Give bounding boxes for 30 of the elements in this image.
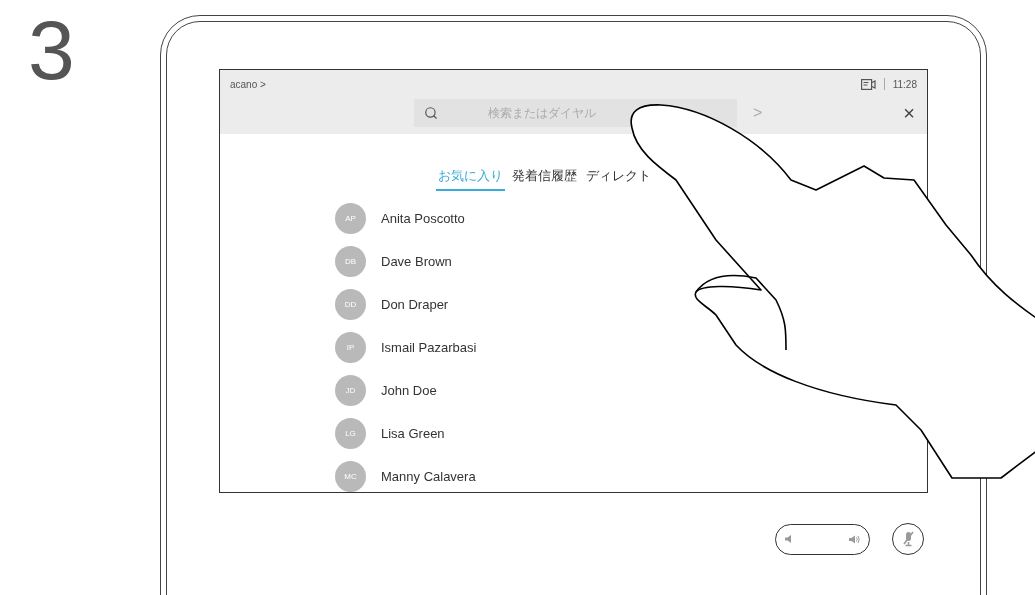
contact-name: Anita Poscotto (381, 209, 465, 228)
avatar: DD (335, 289, 366, 320)
close-button[interactable]: × (901, 103, 917, 123)
avatar: IP (335, 332, 366, 363)
avatar: JD (335, 375, 366, 406)
search-icon (424, 106, 438, 120)
avatar: AP (335, 203, 366, 234)
clock-time: 11:28 (892, 77, 917, 92)
camera-icon (860, 78, 876, 90)
contact-row[interactable]: MC Manny Calavera (335, 461, 476, 492)
breadcrumb[interactable]: acano > (230, 76, 266, 92)
contact-name: Dave Brown (381, 252, 452, 271)
tab[interactable]: ディレクト (584, 165, 653, 191)
contact-name: Don Draper (381, 295, 449, 314)
microphone-muted-icon (901, 531, 915, 547)
contact-row[interactable]: IP Ismail Pazarbasi (335, 332, 477, 363)
avatar: MC (335, 461, 366, 492)
contact-row[interactable]: JD John Doe (335, 375, 437, 406)
contact-row[interactable]: DD Don Draper (335, 289, 449, 320)
contact-name: John Doe (381, 381, 437, 400)
avatar: LG (335, 418, 366, 449)
contact-row[interactable]: LG Lisa Green (335, 418, 445, 449)
speaker-loud-icon (849, 534, 860, 544)
speaker-icon (785, 535, 792, 543)
tab[interactable]: 発着信履歴 (510, 165, 579, 191)
contact-name: Ismail Pazarbasi (381, 338, 477, 357)
contact-name: Lisa Green (381, 424, 445, 443)
contact-name: Manny Calavera (381, 467, 476, 486)
step-number: 3 (28, 3, 75, 97)
contact-row[interactable]: AP Anita Poscotto (335, 203, 465, 234)
